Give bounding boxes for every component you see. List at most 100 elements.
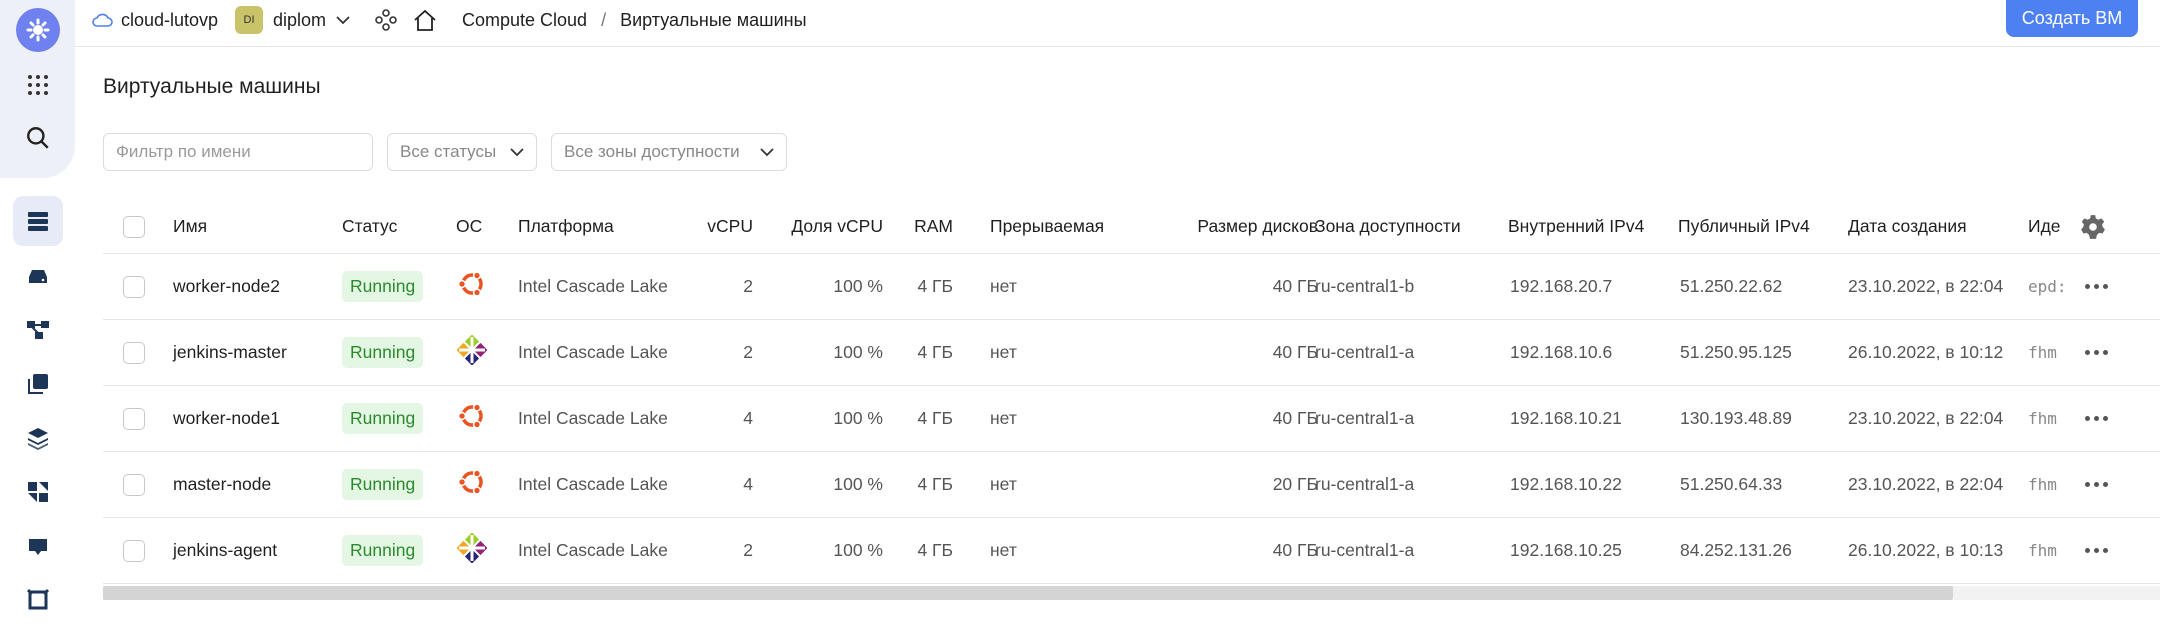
vcpu-cell: 4 [743, 408, 753, 428]
vcpu-cell: 4 [743, 474, 753, 494]
zone-filter-value: Все зоны доступности [564, 142, 740, 161]
row-checkbox[interactable] [123, 452, 145, 517]
select-all-checkbox[interactable] [123, 200, 145, 253]
folder-name: diplom [273, 9, 327, 30]
disk-cell: 40 ГБ [1272, 540, 1318, 560]
ram-cell: 4 ГБ [917, 408, 953, 428]
zone-cell: ru-central1-a [1315, 408, 1415, 428]
ubuntu-icon [457, 269, 487, 304]
ram-cell: 4 ГБ [917, 276, 953, 296]
col-ram[interactable]: RAM [893, 200, 953, 253]
col-name[interactable]: Имя [173, 200, 207, 253]
row-checkbox[interactable] [123, 518, 145, 583]
col-public-ip[interactable]: Публичный IPv4 [1678, 200, 1810, 253]
row-actions-menu-icon[interactable] [2085, 518, 2108, 583]
public-ip-cell: 130.193.48.89 [1680, 408, 1792, 428]
vm-name-link[interactable]: jenkins-master [173, 320, 287, 385]
table-row[interactable]: jenkins-agent Running Intel Cascade Lake… [103, 518, 2160, 584]
row-checkbox[interactable] [123, 254, 145, 319]
layers-icon[interactable] [13, 413, 63, 463]
snapshots-icon[interactable] [13, 521, 63, 571]
created-cell: 23.10.2022, в 22:04 [1848, 408, 2004, 428]
table-settings-gear-icon[interactable] [2080, 200, 2106, 253]
centos-icon [456, 532, 488, 568]
cloud-logo-icon[interactable] [16, 8, 60, 52]
created-cell: 23.10.2022, в 22:04 [1848, 474, 2004, 494]
table-row[interactable]: worker-node1 Running Intel Cascade Lake … [103, 386, 2160, 452]
table-row[interactable]: worker-node2 Running Intel Cascade Lake … [103, 254, 2160, 320]
cloud-icon [92, 13, 113, 27]
status-cell: Running [342, 254, 424, 319]
col-created[interactable]: Дата создания [1848, 200, 1967, 253]
vm-name-link[interactable]: jenkins-agent [173, 518, 277, 583]
col-os[interactable]: ОС [456, 200, 482, 253]
placement-groups-icon[interactable] [13, 575, 63, 625]
status-badge: Running [342, 469, 424, 500]
ram-cell: 4 ГБ [917, 540, 953, 560]
network-icon[interactable] [13, 305, 63, 355]
internal-ip-cell: 192.168.20.7 [1510, 276, 1613, 296]
row-actions-menu-icon[interactable] [2085, 320, 2108, 385]
col-status[interactable]: Статус [342, 200, 397, 253]
name-filter-input[interactable]: Фильтр по имени [103, 133, 373, 171]
vm-name-link[interactable]: worker-node2 [173, 254, 280, 319]
platform-cell: Intel Cascade Lake [518, 540, 668, 560]
status-badge: Running [342, 337, 424, 368]
cloud-selector[interactable]: cloud-lutovp [91, 0, 218, 40]
col-zone[interactable]: Зона доступности [1315, 200, 1461, 253]
status-badge: Running [342, 403, 424, 434]
search-icon[interactable] [13, 113, 63, 163]
internal-ip-cell: 192.168.10.21 [1510, 408, 1622, 428]
platform-cell: Intel Cascade Lake [518, 474, 668, 494]
ubuntu-icon [457, 401, 487, 436]
col-disk[interactable]: Размер дисков [1133, 200, 1318, 253]
id-cell: fhm [2028, 541, 2057, 560]
status-cell: Running [342, 518, 424, 583]
status-cell: Running [342, 320, 424, 385]
centos-icon [456, 334, 488, 370]
status-filter-select[interactable]: Все статусы [387, 133, 537, 171]
col-id[interactable]: Иде [2028, 200, 2064, 253]
vcpu-share-cell: 100 % [833, 540, 883, 560]
public-ip-cell: 84.252.131.26 [1680, 540, 1792, 560]
page-title: Виртуальные машины [103, 75, 321, 98]
services-grid-icon[interactable] [13, 60, 63, 110]
internal-ip-cell: 192.168.10.6 [1510, 342, 1613, 362]
disks-icon[interactable] [13, 251, 63, 301]
folder-badge: DI [235, 6, 263, 34]
ram-cell: 4 ГБ [917, 342, 953, 362]
id-cell: epd: [2028, 277, 2064, 296]
row-actions-menu-icon[interactable] [2085, 386, 2108, 451]
table-row[interactable]: jenkins-master Running Intel Cascade Lak… [103, 320, 2160, 386]
resource-graph-icon[interactable] [375, 0, 397, 40]
create-vm-button[interactable]: Создать ВМ [2006, 0, 2138, 37]
table-row[interactable]: master-node Running Intel Cascade Lake 4… [103, 452, 2160, 518]
row-checkbox[interactable] [123, 320, 145, 385]
col-vcpu[interactable]: vCPU [683, 200, 753, 253]
horizontal-scrollbar-thumb[interactable] [103, 586, 1953, 600]
col-preemptible[interactable]: Прерываемая [990, 200, 1104, 253]
col-vcpu-share[interactable]: Доля vCPU [783, 200, 883, 253]
row-actions-menu-icon[interactable] [2085, 452, 2108, 517]
images-icon[interactable] [13, 359, 63, 409]
created-cell: 23.10.2022, в 22:04 [1848, 276, 2004, 296]
col-internal-ip[interactable]: Внутренний IPv4 [1508, 200, 1644, 253]
vcpu-share-cell: 100 % [833, 342, 883, 362]
name-filter-placeholder: Фильтр по имени [116, 142, 251, 161]
vm-name-link[interactable]: worker-node1 [173, 386, 280, 451]
vm-list-icon[interactable] [13, 196, 63, 246]
col-platform[interactable]: Платформа [518, 200, 614, 253]
zone-filter-select[interactable]: Все зоны доступности [551, 133, 787, 171]
os-cell [457, 254, 487, 319]
row-actions-menu-icon[interactable] [2085, 254, 2108, 319]
home-icon[interactable] [413, 0, 437, 40]
os-cell [456, 518, 488, 583]
breadcrumb-service-link[interactable]: Compute Cloud [462, 10, 587, 31]
vm-name-link[interactable]: master-node [173, 452, 271, 517]
preemptible-cell: нет [990, 276, 1017, 296]
breadcrumb-separator: / [601, 9, 607, 30]
public-ip-cell: 51.250.64.33 [1680, 474, 1783, 494]
row-checkbox[interactable] [123, 386, 145, 451]
instance-groups-icon[interactable] [13, 467, 63, 517]
folder-selector[interactable]: DI diplom [235, 0, 350, 40]
